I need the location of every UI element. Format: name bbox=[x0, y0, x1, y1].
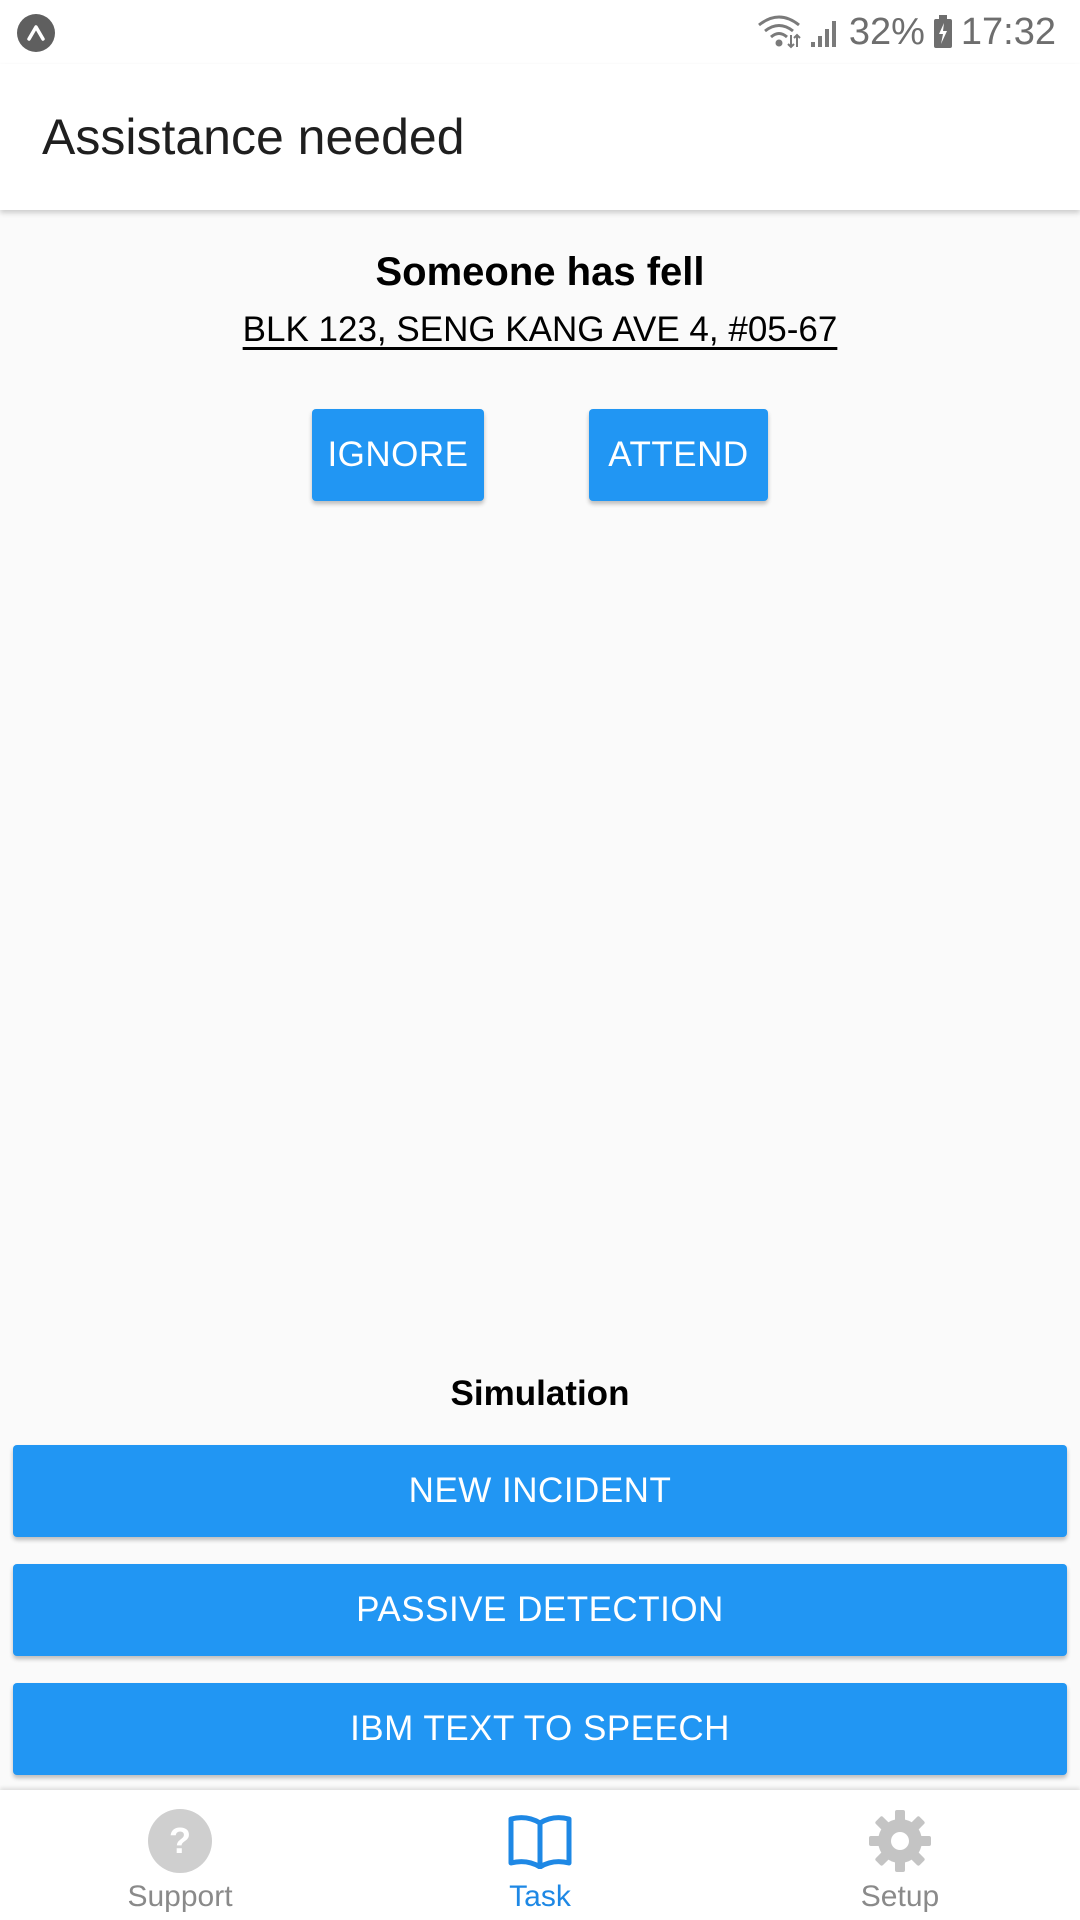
nav-item-support[interactable]: ? Support bbox=[0, 1790, 360, 1920]
open-book-icon bbox=[507, 1806, 573, 1876]
simulation-title: Simulation bbox=[450, 1374, 630, 1413]
nav-item-task[interactable]: Task bbox=[360, 1790, 720, 1920]
status-indicators: 32% 17:32 bbox=[757, 10, 1056, 54]
bottom-nav: ? Support Task Setup bbox=[0, 1790, 1080, 1920]
battery-charging-icon bbox=[933, 15, 953, 49]
new-incident-button[interactable]: NEW INCIDENT bbox=[13, 1445, 1067, 1537]
nav-label-setup: Setup bbox=[860, 1880, 940, 1913]
nav-label-task: Task bbox=[509, 1880, 571, 1913]
svg-text:?: ? bbox=[169, 1820, 191, 1861]
nav-item-setup[interactable]: Setup bbox=[720, 1790, 1080, 1920]
alert-title: Someone has fell bbox=[375, 250, 705, 294]
passive-detection-button[interactable]: PASSIVE DETECTION bbox=[13, 1564, 1067, 1656]
battery-percent: 32% bbox=[848, 10, 925, 53]
wifi-icon bbox=[757, 15, 801, 49]
signal-icon bbox=[809, 16, 841, 48]
ibm-text-to-speech-button[interactable]: IBM TEXT TO SPEECH bbox=[13, 1683, 1067, 1775]
app-notification-icon bbox=[17, 14, 55, 52]
nav-label-support: Support bbox=[127, 1880, 233, 1913]
clock: 17:32 bbox=[960, 10, 1056, 53]
alert-address[interactable]: BLK 123, SENG KANG AVE 4, #05-67 bbox=[0, 310, 1080, 350]
status-bar: 32% 17:32 bbox=[0, 0, 1080, 64]
help-circle-icon: ? bbox=[148, 1806, 212, 1876]
app-bar: Assistance needed bbox=[0, 64, 1080, 210]
alert-address-link[interactable]: BLK 123, SENG KANG AVE 4, #05-67 bbox=[243, 310, 838, 349]
ignore-button[interactable]: IGNORE bbox=[312, 409, 484, 501]
attend-button[interactable]: ATTEND bbox=[589, 409, 768, 501]
gear-icon bbox=[867, 1806, 933, 1876]
page-title: Assistance needed bbox=[42, 109, 465, 165]
